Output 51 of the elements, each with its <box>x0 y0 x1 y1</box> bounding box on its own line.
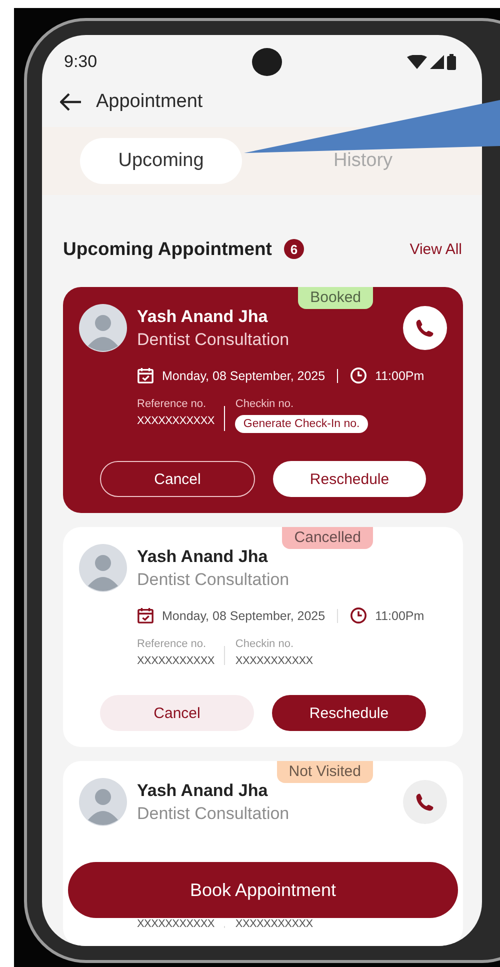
clock-icon <box>350 607 368 624</box>
service-type: Dentist Consultation <box>137 570 290 590</box>
status-badge: Cancelled <box>282 527 373 549</box>
reference-value: XXXXXXXXXXX <box>137 918 214 930</box>
call-button[interactable] <box>403 780 447 824</box>
phone-icon <box>414 791 436 813</box>
generate-checkin-button[interactable]: Generate Check-In no. <box>235 415 368 433</box>
reschedule-button[interactable]: Reschedule <box>272 695 426 731</box>
phone-icon <box>414 317 436 339</box>
section-title: Upcoming Appointment <box>63 238 272 260</box>
appointment-time: 11:00Pm <box>375 368 424 382</box>
checkin-value: XXXXXXXXXXX <box>235 918 313 930</box>
status-badge: Not Visited <box>276 761 373 783</box>
service-type: Dentist Consultation <box>137 330 290 350</box>
status-time: 9:30 <box>64 52 98 72</box>
reference-label: Reference no. <box>137 638 206 650</box>
calendar-icon <box>137 367 154 384</box>
camera-dot <box>252 48 282 76</box>
appointment-date: Monday, 08 September, 2025 <box>162 608 326 622</box>
back-arrow-icon <box>60 93 82 112</box>
tab[interactable]: Upcoming <box>80 138 242 184</box>
cancel-button[interactable]: Cancel <box>100 695 254 731</box>
reference-label: Reference no. <box>137 398 206 410</box>
count-badge: 6 <box>284 239 304 260</box>
reference-value: XXXXXXXXXXX <box>137 415 214 427</box>
avatar-icon <box>79 778 127 826</box>
view-all-link[interactable]: View All <box>410 240 462 258</box>
reschedule-button[interactable]: Reschedule <box>273 461 426 497</box>
checkin-label: Checkin no. <box>235 398 294 410</box>
appointment-time: 11:00Pm <box>375 608 424 622</box>
book-appointment-button[interactable]: Book Appointment <box>68 862 458 918</box>
appointment-date: Monday, 08 September, 2025 <box>162 368 326 382</box>
checkin-label: Checkin no. <box>235 638 294 650</box>
checkin-value: XXXXXXXXXXX <box>235 655 313 667</box>
doctor-name: Yash Anand Jha <box>137 306 269 326</box>
avatar-icon <box>79 304 127 352</box>
back-button[interactable] <box>60 93 82 112</box>
clock-icon <box>350 367 368 384</box>
battery-icon <box>447 54 456 70</box>
doctor-name: Yash Anand Jha <box>137 780 269 800</box>
wifi-icon <box>407 54 427 69</box>
calendar-icon <box>137 607 154 624</box>
avatar-icon <box>79 544 127 592</box>
signal-icon <box>430 54 444 69</box>
cancel-button[interactable]: Cancel <box>100 461 255 497</box>
status-badge: Booked <box>298 287 373 309</box>
service-type: Dentist Consultation <box>137 804 290 824</box>
call-button[interactable] <box>403 306 447 350</box>
reference-value: XXXXXXXXXXX <box>137 655 214 667</box>
doctor-name: Yash Anand Jha <box>137 546 269 566</box>
page-title: Appointment <box>96 91 203 114</box>
